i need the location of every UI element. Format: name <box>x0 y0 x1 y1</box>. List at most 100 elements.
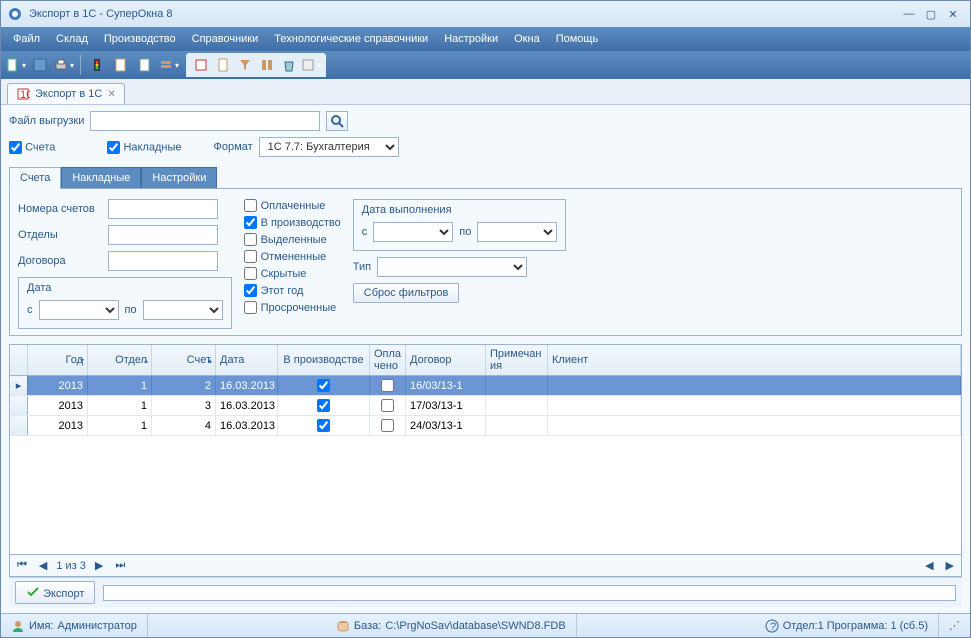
tool-print-icon[interactable] <box>53 54 75 76</box>
db-icon <box>336 619 350 633</box>
pager-last[interactable]: ⏭ <box>112 559 128 572</box>
search-icon <box>330 114 344 128</box>
check-inprod[interactable]: В производство <box>244 216 341 229</box>
export-button[interactable]: Экспорт <box>15 581 95 604</box>
check-icon <box>26 585 40 599</box>
grid-header: Год▾ Отдел▴ Счет▴ Дата В производстве Оп… <box>10 345 961 376</box>
toolbar <box>1 51 970 79</box>
file-browse-button[interactable] <box>326 111 348 131</box>
date-from-select[interactable] <box>39 300 119 320</box>
row-prod-checkbox[interactable] <box>317 399 330 412</box>
user-icon <box>11 619 25 633</box>
tab-accounts[interactable]: Счета <box>9 167 61 189</box>
tool-traffic-icon[interactable] <box>86 54 108 76</box>
menu-file[interactable]: Файл <box>5 29 48 49</box>
pager-first[interactable]: ⏮ <box>14 559 30 572</box>
accounts-checkbox[interactable]: Счета <box>9 141 55 154</box>
col-god[interactable]: Год▾ <box>28 345 88 375</box>
tool2-more-icon[interactable] <box>300 54 322 76</box>
window-title: Экспорт в 1С - СуперОкна 8 <box>29 8 898 20</box>
table-row[interactable]: 20131416.03.201324/03/13-1 <box>10 416 961 436</box>
maximize-button[interactable]: ▢ <box>920 6 942 22</box>
tab-invoices[interactable]: Накладные <box>61 167 141 189</box>
file-path-input[interactable] <box>90 111 320 131</box>
row-opl-checkbox[interactable] <box>381 399 394 412</box>
doctab-close-icon[interactable]: ✕ <box>107 89 115 100</box>
col-dat[interactable]: Дата <box>216 345 278 375</box>
tool2-cols-icon[interactable] <box>256 54 278 76</box>
tool-stack-icon[interactable] <box>158 54 180 76</box>
tool2-filter-icon[interactable] <box>234 54 256 76</box>
dept-label: Отделы <box>18 229 108 241</box>
doctab-label: Экспорт в 1С <box>35 88 102 100</box>
check-cancelled[interactable]: Отмененные <box>244 250 341 263</box>
pager-next[interactable]: ▶ <box>92 559 106 572</box>
reset-filters-button[interactable]: Сброс фильтров <box>353 283 460 303</box>
nums-input[interactable] <box>108 199 218 219</box>
menu-windows[interactable]: Окна <box>506 29 548 49</box>
inner-tabstrip: Счета Накладные Настройки <box>9 167 962 189</box>
exec-from-select[interactable] <box>373 222 453 242</box>
col-kli[interactable]: Клиент <box>548 345 961 375</box>
type-label: Тип <box>353 261 371 273</box>
check-paid[interactable]: Оплаченные <box>244 199 341 212</box>
check-selected[interactable]: Выделенные <box>244 233 341 246</box>
export-icon: 1C <box>16 87 30 101</box>
content-area: Файл выгрузки Счета Накладные Формат 1С … <box>1 105 970 613</box>
progress-bar <box>103 585 956 601</box>
col-dog[interactable]: Договор <box>406 345 486 375</box>
date-to-select[interactable] <box>143 300 223 320</box>
menu-stock[interactable]: Склад <box>48 29 96 49</box>
row-opl-checkbox[interactable] <box>381 379 394 392</box>
grid-body[interactable]: ▸20131216.03.201316/03/13-120131316.03.2… <box>10 376 961 554</box>
dept-input[interactable] <box>108 225 218 245</box>
status-grip: ⋰ <box>939 614 970 637</box>
tool-doc2-icon[interactable] <box>134 54 156 76</box>
date-group: Дата с по <box>18 277 232 329</box>
col-prod[interactable]: В производстве <box>278 345 370 375</box>
col-opl[interactable]: Опла чено <box>370 345 406 375</box>
minimize-button[interactable]: — <box>898 6 920 22</box>
menu-settings[interactable]: Настройки <box>436 29 506 49</box>
col-prim[interactable]: Примечан ия <box>486 345 548 375</box>
table-row[interactable]: ▸20131216.03.201316/03/13-1 <box>10 376 961 396</box>
status-user: Имя: Администратор <box>1 614 148 637</box>
row-prod-checkbox[interactable] <box>317 419 330 432</box>
doctab-export[interactable]: 1C Экспорт в 1С ✕ <box>7 83 125 104</box>
pager-text: 1 из 3 <box>56 560 86 572</box>
tool2-export-icon[interactable] <box>190 54 212 76</box>
file-label: Файл выгрузки <box>9 115 84 127</box>
format-label: Формат <box>214 141 253 153</box>
check-thisyear[interactable]: Этот год <box>244 284 341 297</box>
col-sch[interactable]: Счет▴ <box>152 345 216 375</box>
tool2-trash-icon[interactable] <box>278 54 300 76</box>
row-prod-checkbox[interactable] <box>317 379 330 392</box>
type-select[interactable] <box>377 257 527 277</box>
row-opl-checkbox[interactable] <box>381 419 394 432</box>
check-hidden[interactable]: Скрытые <box>244 267 341 280</box>
exec-date-group: Дата выполнения с по <box>353 199 567 251</box>
info-icon: ? <box>765 619 779 633</box>
contract-input[interactable] <box>108 251 218 271</box>
app-icon <box>7 6 23 22</box>
tool-doc1-icon[interactable] <box>110 54 132 76</box>
invoices-checkbox[interactable]: Накладные <box>107 141 181 154</box>
exec-to-select[interactable] <box>477 222 557 242</box>
check-overdue[interactable]: Просроченные <box>244 301 341 314</box>
pager-scroll-right[interactable]: ▶ <box>943 559 957 572</box>
menu-help[interactable]: Помощь <box>548 29 607 49</box>
col-otd[interactable]: Отдел▴ <box>88 345 152 375</box>
menu-catalogs[interactable]: Справочники <box>184 29 267 49</box>
close-button[interactable]: ✕ <box>942 6 964 22</box>
menu-tech[interactable]: Технологические справочники <box>266 29 436 49</box>
pager-prev[interactable]: ◀ <box>36 559 50 572</box>
table-row[interactable]: 20131316.03.201317/03/13-1 <box>10 396 961 416</box>
format-select[interactable]: 1С 7.7: Бухгалтерия <box>259 137 399 157</box>
menu-production[interactable]: Производство <box>96 29 184 49</box>
tab-settings[interactable]: Настройки <box>141 167 217 189</box>
pager-scroll-left[interactable]: ◀ <box>922 559 936 572</box>
tool2-doc-icon[interactable] <box>212 54 234 76</box>
grid: Год▾ Отдел▴ Счет▴ Дата В производстве Оп… <box>9 344 962 577</box>
tool-save-icon[interactable] <box>29 54 51 76</box>
tool-new-icon[interactable] <box>5 54 27 76</box>
